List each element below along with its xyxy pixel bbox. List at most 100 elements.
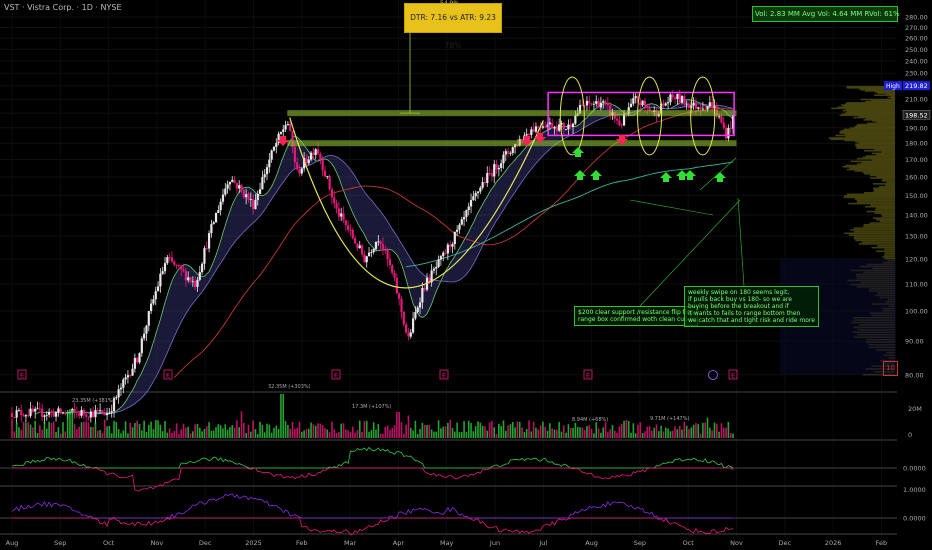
volume-bar — [203, 428, 206, 438]
candle-body — [351, 229, 354, 239]
volume-profile — [780, 85, 896, 376]
candle-body — [423, 287, 426, 290]
volume-bar — [498, 423, 500, 438]
candle-body — [103, 413, 106, 416]
volume-bar — [477, 421, 479, 438]
volume-bar — [412, 430, 414, 438]
candle-body — [321, 159, 324, 171]
volume-bar — [567, 424, 570, 438]
volume-bar — [319, 423, 322, 438]
candle-body — [411, 318, 415, 333]
candle-body — [256, 193, 259, 201]
candle-body — [163, 263, 167, 272]
candle-body — [238, 185, 241, 189]
volume-bar — [623, 420, 625, 438]
volume-bar — [217, 424, 220, 438]
volume-bar — [289, 428, 292, 438]
candle-body — [483, 182, 487, 184]
candle-body — [180, 265, 183, 270]
price-tick-label: 230.00 — [905, 70, 928, 78]
candle-body — [381, 244, 385, 249]
profile-bar — [874, 212, 895, 214]
annotation-line: we catch that and tight risk and ride mo… — [688, 317, 815, 324]
volume-bar — [210, 430, 213, 438]
profile-bar — [863, 225, 895, 228]
time-tick-label: Jul — [538, 539, 547, 547]
symbol-title[interactable]: VST · Vistra Corp. · 1D · NYSE — [4, 3, 122, 12]
volume-bar — [145, 431, 148, 438]
stock-chart[interactable]: E E E E E E 23.35M (+381%) 32.35M (+303%) 17.3M… — [0, 0, 932, 550]
candle-body — [474, 192, 477, 197]
volume-bar — [530, 431, 533, 438]
candle-body — [207, 233, 211, 249]
volume-bar — [73, 424, 76, 438]
candle-body — [683, 96, 686, 105]
volume-bar — [588, 425, 591, 438]
volume-bar — [96, 430, 99, 438]
candle-body — [602, 101, 605, 103]
volume-bar — [171, 432, 173, 438]
candle-body — [363, 254, 366, 263]
volume-spike-label: 23.35M (+381%) — [72, 398, 115, 404]
candle-body — [500, 163, 503, 169]
volume-bar — [423, 424, 426, 438]
price-tick-label: 270.00 — [905, 24, 928, 32]
profile-bar — [857, 163, 895, 165]
candle-body — [685, 103, 688, 105]
candle-body — [525, 134, 528, 136]
volume-bar — [226, 429, 229, 438]
volume-bar — [651, 430, 653, 438]
price-tick-label: 260.00 — [905, 35, 928, 43]
volume-bar — [574, 422, 577, 438]
high-value-label: 219.82 — [905, 82, 928, 90]
candle-body — [437, 259, 440, 267]
candle-body — [367, 252, 371, 257]
candle-body — [370, 252, 373, 253]
candle-body — [680, 96, 684, 103]
volume-bar — [59, 433, 62, 438]
indicator-count-badge[interactable]: 10 — [883, 361, 898, 376]
candle-body — [117, 389, 120, 398]
volume-bar — [27, 422, 30, 438]
volume-bar — [282, 394, 285, 438]
oscillator-line-up — [11, 493, 733, 519]
candle-body — [599, 102, 602, 108]
candle-body — [254, 200, 257, 210]
candle-body — [168, 257, 171, 259]
profile-bar — [861, 241, 895, 243]
volume-bar — [678, 425, 681, 438]
profile-bar — [884, 248, 895, 251]
volume-bar — [433, 431, 435, 438]
time-tick-label: Aug — [585, 539, 598, 547]
candle-body — [131, 368, 134, 376]
candle-body — [634, 96, 637, 99]
volume-bar — [720, 423, 723, 438]
volume-bar — [307, 428, 310, 438]
volume-bar — [681, 429, 683, 438]
high-tag-label: High — [886, 83, 900, 90]
earnings-label: E — [166, 372, 170, 380]
candle-body — [275, 143, 278, 147]
candle-body — [138, 353, 141, 363]
volume-bar — [516, 421, 519, 438]
volume-bar — [287, 424, 289, 438]
candle-body — [541, 126, 545, 128]
candle-body — [189, 277, 192, 282]
candle-body — [61, 412, 65, 414]
time-tick-label: Feb — [296, 539, 308, 547]
time-axis[interactable]: Aug Sep Oct Nov Dec 2025 Feb Mar Apr May Jun Jul Aug… — [6, 539, 888, 547]
volume-bar — [238, 427, 241, 438]
candle-body — [272, 146, 276, 151]
earnings-label: E — [334, 372, 338, 380]
candle-body — [50, 411, 53, 413]
volume-bar — [215, 427, 217, 438]
volume-bar — [192, 431, 194, 438]
price-tick-label: 190.00 — [905, 124, 928, 132]
candle-body — [667, 102, 670, 104]
volume-bar — [505, 430, 507, 438]
candle-body — [629, 103, 633, 108]
candle-body — [708, 102, 711, 107]
volume-bar — [514, 427, 516, 438]
candle-body — [45, 414, 48, 416]
volume-bar — [326, 429, 329, 438]
